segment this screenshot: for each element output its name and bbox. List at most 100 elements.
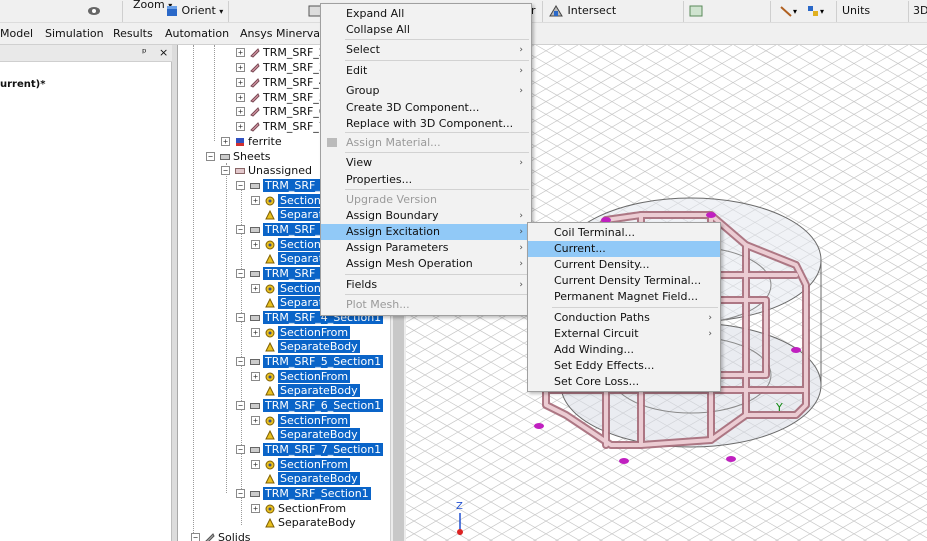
submenu-arrow-icon: ›: [519, 243, 523, 253]
separate-icon: [265, 518, 275, 528]
eye-icon[interactable]: [86, 3, 102, 19]
menu-item-upgrade-version[interactable]: Upgrade Version: [321, 192, 531, 208]
menu-simulation[interactable]: Simulation: [45, 27, 104, 40]
submenu-item-current-density-terminal[interactable]: Current Density Terminal...: [528, 273, 720, 289]
operation-icon: [265, 372, 275, 382]
sheet-icon: [250, 315, 260, 321]
tree-item-section[interactable]: − TRM_SRF_2: [236, 223, 330, 237]
tree-item[interactable]: + TRM_SRF_4: [236, 76, 326, 90]
operation-icon: [265, 328, 275, 338]
submenu-arrow-icon: ›: [519, 211, 523, 221]
orient-label: Orient: [181, 4, 216, 17]
submenu-arrow-icon: ›: [519, 66, 523, 76]
tree-op-section-from[interactable]: + SectionFrom: [251, 414, 351, 428]
menu-separator: [345, 274, 529, 275]
separate-icon: [265, 386, 275, 396]
separate-icon: [265, 430, 275, 440]
line-tool-icon[interactable]: ▾: [779, 3, 799, 19]
menu-item-view[interactable]: View ›: [321, 155, 531, 171]
tree-item-section[interactable]: − TRM_SRF_1: [236, 179, 330, 193]
tree-op-separate[interactable]: SeparateBody: [265, 384, 360, 398]
menu-item-properties[interactable]: Properties...: [321, 172, 531, 188]
tree-item-sheets[interactable]: − Sheets: [206, 150, 271, 164]
tree-item[interactable]: + TRM_SRF_3: [236, 61, 326, 75]
menu-item-replace-with-3d-component[interactable]: Replace with 3D Component...: [321, 116, 531, 132]
submenu-item-conduction-paths[interactable]: Conduction Paths ›: [528, 310, 720, 326]
tree-op-section-from[interactable]: + SectionFrom: [251, 502, 346, 516]
submenu-arrow-icon: ›: [519, 86, 523, 96]
pin-icon[interactable]: ᵖ: [142, 46, 147, 59]
menu-item-collapse-all[interactable]: Collapse All: [321, 22, 531, 38]
menu-item-assign-material[interactable]: Assign Material...: [321, 135, 531, 151]
menu-model[interactable]: Model: [0, 27, 33, 40]
operation-icon: [265, 416, 275, 426]
submenu-item-current[interactable]: Current...: [528, 241, 720, 257]
menu-item-expand-all[interactable]: Expand All: [321, 6, 531, 22]
menu-item-group[interactable]: Group ›: [321, 83, 531, 99]
menu-separator: [345, 132, 529, 133]
menu-item-select[interactable]: Select ›: [321, 42, 531, 58]
assign-excitation-submenu: Coil Terminal... Current... Current Densit…: [527, 222, 721, 392]
submenu-arrow-icon: ›: [519, 158, 523, 168]
submenu-item-coil-terminal[interactable]: Coil Terminal...: [528, 225, 720, 241]
grid-image-icon[interactable]: [689, 3, 703, 19]
menu-item-plot-mesh[interactable]: Plot Mesh...: [321, 297, 531, 313]
sheet-icon: [250, 447, 260, 453]
tree-item[interactable]: + TRM_SRF_7: [236, 120, 326, 134]
tree-op-separate[interactable]: SeparateBody: [265, 428, 360, 442]
menu-item-create-3d-component[interactable]: Create 3D Component...: [321, 100, 531, 116]
close-icon[interactable]: ×: [159, 46, 168, 59]
tree-item[interactable]: + TRM_SRF_2: [236, 46, 326, 60]
tree-op-separate[interactable]: SeparateBody: [265, 340, 360, 354]
tree-op-section-from[interactable]: + SectionF: [251, 194, 330, 208]
menu-item-edit[interactable]: Edit ›: [321, 63, 531, 79]
menu-separator: [345, 189, 529, 190]
tree-item-section[interactable]: − TRM_SRF_6_Section1: [236, 399, 384, 413]
tree-op-section-from[interactable]: + SectionF: [251, 282, 330, 296]
submenu-item-current-density[interactable]: Current Density...: [528, 257, 720, 273]
tree-op-section-from[interactable]: + SectionF: [251, 238, 330, 252]
tree-item-section[interactable]: − TRM_SRF_3: [236, 267, 330, 281]
orient-button[interactable]: Orient ▾: [166, 3, 223, 19]
submenu-item-permanent-magnet-field[interactable]: Permanent Magnet Field...: [528, 289, 720, 305]
menu-separator: [345, 152, 529, 153]
tree-op-separate[interactable]: SeparateBody: [265, 516, 356, 530]
view-3d-button[interactable]: 3D: [913, 3, 927, 19]
intersect-button[interactable]: Intersect: [548, 3, 616, 19]
menu-separator: [345, 294, 529, 295]
project-panel: ᵖ × urrent)*: [0, 45, 172, 541]
submenu-arrow-icon: ›: [519, 227, 523, 237]
menu-ansys-minerva[interactable]: Ansys Minerva: [240, 27, 320, 40]
menu-item-assign-excitation[interactable]: Assign Excitation ›: [321, 224, 531, 240]
coil-object-icon: [250, 107, 260, 117]
tree-op-separate[interactable]: SeparateBody: [265, 472, 360, 486]
design-title[interactable]: urrent)*: [0, 79, 45, 90]
tree-item-section[interactable]: − TRM_SRF_Section1: [236, 487, 371, 501]
tree-item-unassigned[interactable]: − Unassigned: [221, 164, 312, 178]
coil-object-icon: [250, 48, 260, 58]
tree-item[interactable]: + TRM_SRF_6: [236, 105, 326, 119]
tree-item-section[interactable]: − TRM_SRF_5_Section1: [236, 355, 384, 369]
menu-item-fields[interactable]: Fields ›: [321, 277, 531, 293]
submenu-item-add-winding[interactable]: Add Winding...: [528, 342, 720, 358]
submenu-item-set-core-loss[interactable]: Set Core Loss...: [528, 374, 720, 390]
sheet-icon: [250, 183, 260, 189]
menu-item-assign-mesh-operation[interactable]: Assign Mesh Operation ›: [321, 256, 531, 272]
tree-item-ferrite[interactable]: + ferrite: [221, 135, 282, 149]
coil-object-icon: [250, 63, 260, 73]
color-picker-icon[interactable]: ▾: [806, 3, 828, 19]
tree-op-section-from[interactable]: + SectionFrom: [251, 326, 351, 340]
svg-text:▾: ▾: [793, 7, 797, 16]
menu-item-assign-parameters[interactable]: Assign Parameters ›: [321, 240, 531, 256]
menu-item-assign-boundary[interactable]: Assign Boundary ›: [321, 208, 531, 224]
menu-automation[interactable]: Automation: [165, 27, 229, 40]
units-button[interactable]: Units: [842, 3, 870, 19]
tree-item[interactable]: + TRM_SRF_5: [236, 91, 326, 105]
menu-results[interactable]: Results: [113, 27, 153, 40]
tree-op-section-from[interactable]: + SectionFrom: [251, 370, 351, 384]
tree-item-section[interactable]: − TRM_SRF_7_Section1: [236, 443, 384, 457]
submenu-item-external-circuit[interactable]: External Circuit ›: [528, 326, 720, 342]
tree-op-section-from[interactable]: + SectionFrom: [251, 458, 351, 472]
submenu-item-set-eddy-effects[interactable]: Set Eddy Effects...: [528, 358, 720, 374]
tree-item-solids[interactable]: − Solids: [191, 531, 251, 541]
